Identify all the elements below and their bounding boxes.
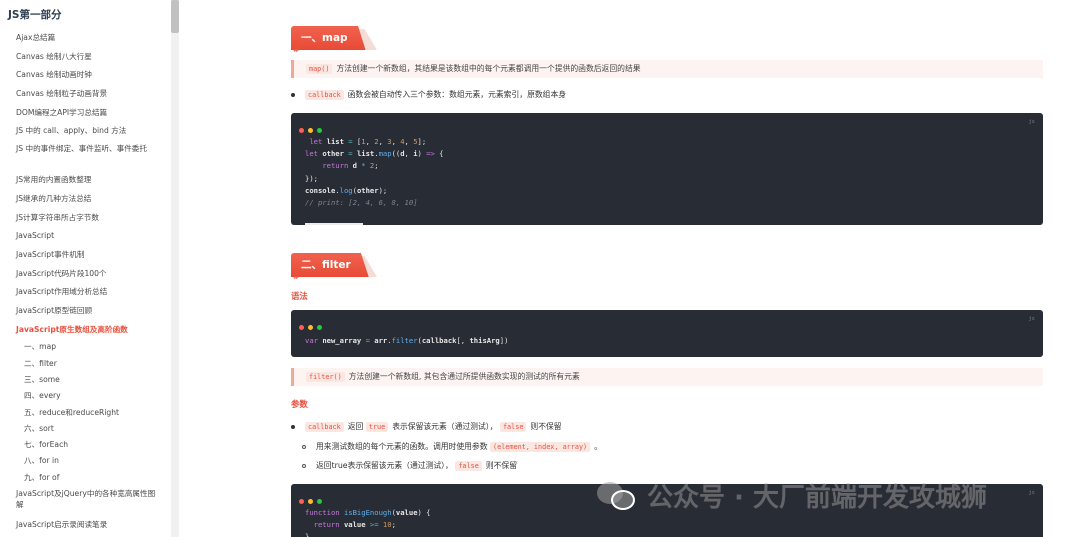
blockquote-map-text: 方法创建一个新数组，其结果是该数组中的每个元素都调用一个提供的函数后返回的结果 — [336, 64, 641, 73]
sidebar-subitem-map[interactable]: 一、map — [0, 339, 171, 355]
maximize-dot-icon — [317, 499, 322, 504]
minimize-dot-icon — [308, 325, 313, 330]
bullet-dot — [291, 93, 295, 97]
code-language-label: js — [1028, 316, 1035, 322]
blockquote-filter: filter() 方法创建一个新数组, 其包含通过所提供函数实现的测试的所有元素 — [291, 368, 1043, 386]
sidebar-subitem-filter[interactable]: 二、filter — [0, 356, 171, 372]
inline-code-callback: callback — [305, 90, 344, 100]
sidebar-item-canvas-clock[interactable]: Canvas 绘制动画时钟 — [0, 66, 171, 85]
code-filter-syntax: var new_array = arr.filter(callback[, th… — [305, 336, 509, 345]
list-text: 则不保留 — [485, 461, 517, 470]
watermark-text: 公众号 · 大厂前端开发攻城狮 — [647, 482, 987, 513]
sidebar-item-scope[interactable]: JavaScript作用域分析总结 — [0, 283, 171, 302]
window-dots — [299, 315, 326, 334]
wechat-logo-icon — [597, 478, 637, 512]
maximize-dot-icon — [317, 128, 322, 133]
minimize-dot-icon — [308, 499, 313, 504]
anchor-hash-filter[interactable]: # — [293, 272, 300, 281]
inline-code-map: map() — [306, 64, 333, 74]
code-block-map: js let list = [1, 2, 3, 4, 5]; let other… — [291, 113, 1043, 225]
minimize-dot-icon — [308, 128, 313, 133]
close-dot-icon — [299, 499, 304, 504]
blockquote-map: map() 方法创建一个新数组，其结果是该数组中的每个元素都调用一个提供的函数后返… — [291, 60, 1043, 78]
section-heading-map: 一、map — [291, 26, 377, 50]
sidebar-subitem-sort[interactable]: 六、sort — [0, 421, 171, 437]
sidebar-list: Ajax总结篇 Canvas 绘制八大行星 Canvas 绘制动画时钟 Canv… — [0, 29, 171, 535]
params-label: 参数 — [291, 399, 308, 409]
sidebar-item-canvas-particles[interactable]: Canvas 绘制粒子动画背景 — [0, 85, 171, 104]
sidebar-item-event-mechanism[interactable]: JavaScript事件机制 — [0, 246, 171, 265]
close-dot-icon — [299, 128, 304, 133]
sidebar-item-canvas-planets[interactable]: Canvas 绘制八大行星 — [0, 48, 171, 67]
inline-code-false: false — [499, 422, 527, 432]
list-text: 用来测试数组的每个元素的函数。调用时使用参数 — [316, 442, 488, 451]
sidebar-scrollbar-track[interactable] — [171, 0, 179, 537]
list-text: 则不保留 — [530, 422, 562, 431]
sidebar-item-builtin-functions[interactable]: JS常用的内置函数整理 — [0, 171, 171, 190]
sidebar-item-javascript[interactable]: JavaScript — [0, 227, 171, 246]
window-dots — [299, 118, 326, 137]
list-text: 返回true表示保留该元素（通过测试）， — [316, 461, 453, 470]
code-filter-example: function isBigEnough(value) { return val… — [305, 508, 431, 537]
sub-list-item-test-fn: 用来测试数组的每个元素的函数。调用时使用参数 (element, index, … — [302, 441, 602, 453]
heading-filter-label: 二、filter — [291, 253, 369, 277]
inline-code-true: true — [365, 422, 389, 432]
sidebar-item-call-apply-bind[interactable]: JS 中的 call、apply、bind 方法 — [0, 122, 171, 141]
list-text: 表示保留该元素（通过测试）， — [392, 422, 498, 431]
sidebar-item-snippets[interactable]: JavaScript代码片段100个 — [0, 265, 171, 284]
syntax-label: 语法 — [291, 291, 308, 301]
sidebar-item-event-binding[interactable]: JS 中的事件绑定、事件监听、事件委托 — [0, 141, 171, 171]
sidebar-subitem-some[interactable]: 三、some — [0, 372, 171, 388]
sidebar-subitem-for-in[interactable]: 八、for in — [0, 453, 171, 469]
bullet-ring — [302, 464, 306, 468]
window-dots — [299, 489, 326, 508]
sidebar-subitem-for-of[interactable]: 九、for of — [0, 470, 171, 486]
watermark: 公众号 · 大厂前端开发攻城狮 — [597, 473, 987, 517]
anchor-hash-map[interactable]: # — [293, 45, 300, 54]
sidebar: JS第一部分 Ajax总结篇 Canvas 绘制八大行星 Canvas 绘制动画… — [0, 0, 171, 537]
maximize-dot-icon — [317, 325, 322, 330]
sidebar-item-inheritance[interactable]: JS继承的几种方法总结 — [0, 190, 171, 209]
sidebar-item-dom-api[interactable]: DOM编程之API学习总结篇 — [0, 104, 171, 123]
sidebar-item-jquery-dimensions[interactable]: JavaScript及jQuery中的各种宽高属性图解 — [0, 486, 171, 516]
sidebar-item-prototype[interactable]: JavaScript原型链回顾 — [0, 302, 171, 321]
sidebar-item-string-bytes[interactable]: JS计算字符串所占字节数 — [0, 209, 171, 228]
code-scrollbar[interactable] — [305, 223, 363, 225]
code-map: let list = [1, 2, 3, 4, 5]; let other = … — [305, 137, 444, 208]
sidebar-subitem-every[interactable]: 四、every — [0, 388, 171, 404]
list-item-callback-return: callback 返回 true 表示保留该元素（通过测试）， false 则不保留 — [291, 421, 562, 433]
bullet-dot — [291, 425, 295, 429]
sidebar-item-revelation-notes[interactable]: JavaScript启示录阅读笔录 — [0, 516, 171, 535]
sidebar-subitem-reduce[interactable]: 五、reduce和reduceRight — [0, 405, 171, 421]
close-dot-icon — [299, 325, 304, 330]
blockquote-filter-text: 方法创建一个新数组, 其包含通过所提供函数实现的测试的所有元素 — [348, 372, 580, 381]
inline-code-params: (element, index, array) — [490, 442, 591, 452]
sidebar-subitem-foreach[interactable]: 七、forEach — [0, 437, 171, 453]
list-item-callback-text: 函数会被自动传入三个参数：数组元素，元素索引，原数组本身 — [347, 90, 567, 99]
inline-code-filter: filter() — [306, 372, 345, 382]
sidebar-scrollbar-thumb[interactable] — [171, 0, 179, 33]
code-language-label: js — [1028, 119, 1035, 125]
heading-map-label: 一、map — [291, 26, 366, 50]
list-text: 。 — [594, 442, 602, 451]
inline-code-false: false — [455, 461, 482, 471]
list-text: 返回 — [347, 422, 364, 431]
sidebar-item-ajax[interactable]: Ajax总结篇 — [0, 29, 171, 48]
inline-code-callback: callback — [305, 422, 344, 432]
sidebar-item-array-hof[interactable]: JavaScript原生数组及高阶函数 — [0, 321, 171, 340]
sub-list-item-return-true: 返回true表示保留该元素（通过测试）， false 则不保留 — [302, 460, 517, 472]
bullet-ring — [302, 445, 306, 449]
code-block-filter-syntax: js var new_array = arr.filter(callback[,… — [291, 310, 1043, 357]
main-content: 一、map # map() 方法创建一个新数组，其结果是该数组中的每个元素都调用一… — [180, 0, 1080, 537]
section-heading-filter: 二、filter — [291, 253, 377, 277]
list-item-callback: callback 函数会被自动传入三个参数：数组元素，元素索引，原数组本身 — [291, 89, 566, 101]
code-language-label: js — [1028, 490, 1035, 496]
sidebar-title: JS第一部分 — [8, 9, 62, 21]
